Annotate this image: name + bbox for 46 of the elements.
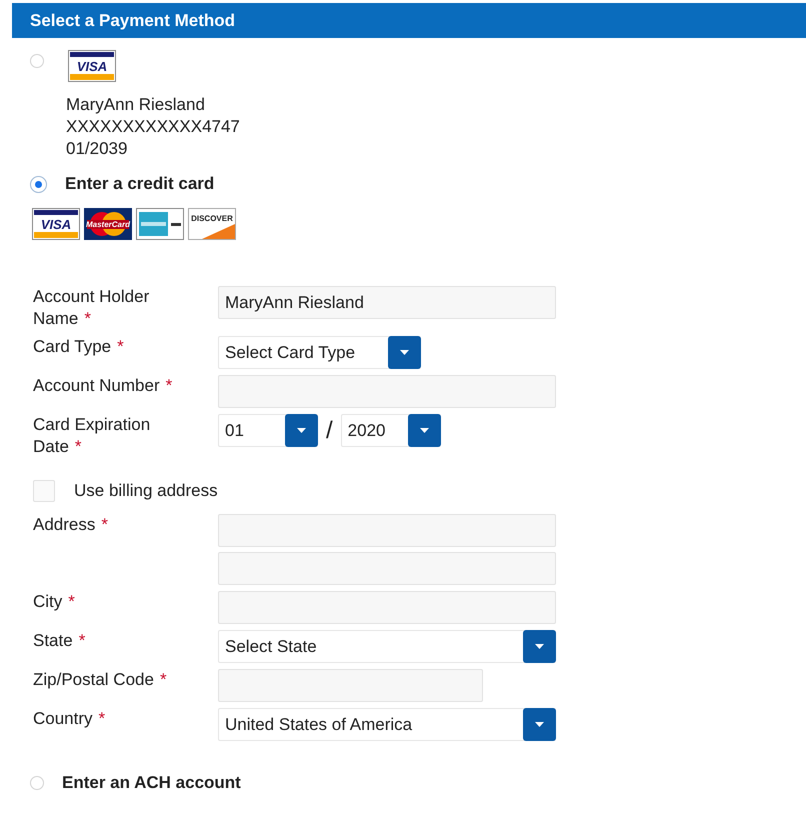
date-separator: /: [326, 416, 333, 444]
radio-button[interactable]: [30, 776, 44, 790]
dropdown[interactable]: 01: [218, 414, 318, 447]
input-field[interactable]: [218, 552, 556, 585]
caret-icon: [400, 350, 409, 355]
input-field[interactable]: [218, 669, 483, 702]
field-label: Card Type *: [33, 336, 125, 358]
dropdown-button[interactable]: [285, 414, 318, 447]
field-label: Country *: [33, 708, 106, 730]
dropdown[interactable]: Select Card Type: [218, 336, 421, 369]
field-label: State *: [33, 630, 86, 652]
input-field[interactable]: [218, 375, 556, 408]
field-label: Address *: [33, 514, 109, 536]
dropdown-button[interactable]: [388, 336, 421, 369]
input-field[interactable]: MaryAnn Riesland: [218, 286, 556, 319]
dropdown[interactable]: 2020: [340, 414, 441, 447]
dropdown-button[interactable]: [408, 414, 441, 447]
field-label: Account Number *: [33, 375, 173, 397]
caret-icon: [535, 722, 544, 727]
card-logo-icon: VISA: [68, 50, 116, 82]
field-label: Account Holder Name *: [33, 286, 150, 330]
caret-icon: [297, 428, 306, 433]
caret-icon: [420, 428, 429, 433]
input-field[interactable]: [218, 591, 556, 624]
option-label: Enter a credit card: [65, 174, 214, 194]
card-logo-icon: VISA: [32, 208, 80, 240]
caret-icon: [535, 644, 544, 649]
card-logo-icon: [136, 208, 184, 240]
option-label: Enter an ACH account: [62, 773, 241, 793]
checkbox-label: Use billing address: [74, 481, 218, 501]
card-logo-icon: DISCOVER: [188, 208, 236, 240]
radio-button[interactable]: [30, 54, 44, 68]
card-detail: XXXXXXXXXXXX4747: [66, 116, 240, 138]
card-detail: 01/2039: [66, 138, 128, 160]
field-label: City *: [33, 591, 76, 613]
field-label: Card Expiration Date *: [33, 414, 152, 458]
dropdown[interactable]: United States of America: [218, 708, 556, 741]
input-field[interactable]: [218, 514, 556, 547]
dropdown-button[interactable]: [523, 630, 556, 663]
radio-button[interactable]: [30, 176, 47, 192]
card-detail: MaryAnn Riesland: [66, 94, 206, 116]
section-header: Select a Payment Method: [12, 3, 806, 38]
dropdown-button[interactable]: [523, 708, 556, 741]
checkbox[interactable]: [33, 480, 55, 502]
dropdown[interactable]: Select State: [218, 630, 556, 663]
field-label: Zip/Postal Code *: [33, 669, 168, 691]
